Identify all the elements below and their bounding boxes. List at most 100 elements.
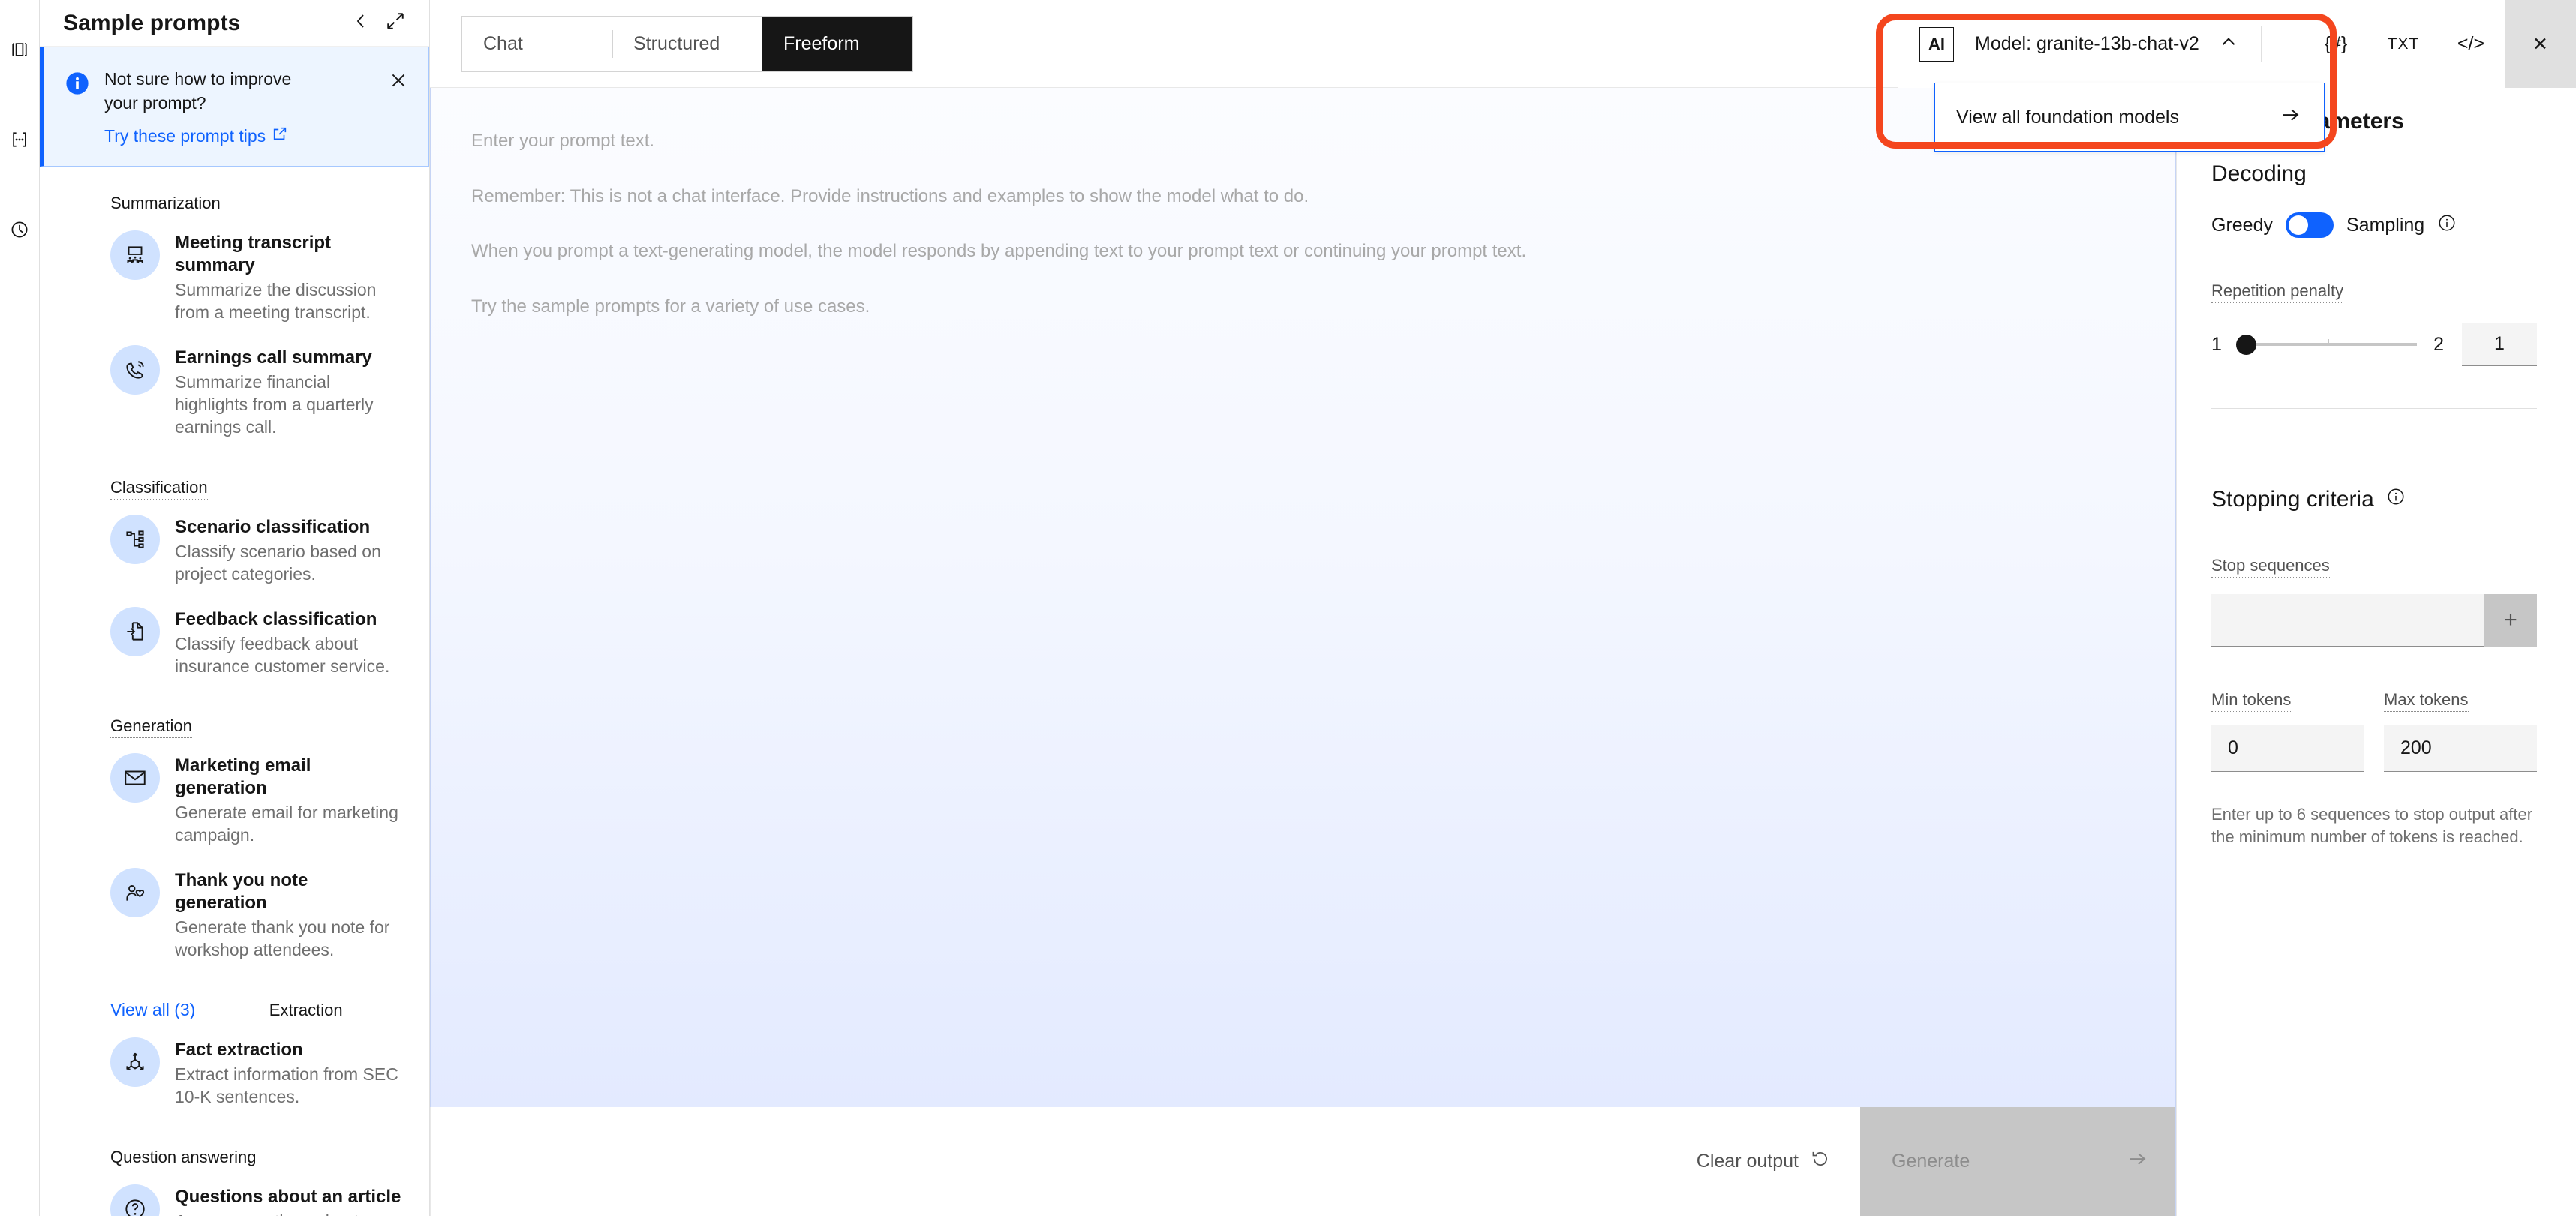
editor-placeholder-line-4: Try the sample prompts for a variety of … <box>471 296 870 317</box>
left-icon-rail <box>0 0 40 1216</box>
panel-body: Model parameters Decoding Greedy Samplin… <box>2177 88 2576 1216</box>
model-name-label: Model: granite-13b-chat-v2 <box>1975 33 2199 54</box>
list-item-title: Fact extraction <box>175 1039 303 1060</box>
model-alt-icon <box>110 1037 160 1087</box>
list-item[interactable]: Feedback classification Classify feedbac… <box>40 596 429 689</box>
model-dropdown-menu-item[interactable]: View all foundation models <box>1934 83 2325 152</box>
stop-sequences-input[interactable] <box>2211 594 2484 647</box>
page-title: Sample prompts <box>63 10 241 35</box>
sample-prompts-sidebar: Sample prompts Not sure how to improve y… <box>40 0 430 1216</box>
list-item[interactable]: Fact extraction Extract information from… <box>40 1027 429 1119</box>
toggle-knob <box>2288 215 2308 235</box>
ai-badge-icon: AI <box>1919 26 1954 62</box>
list-item[interactable]: Thank you note generation Generate thank… <box>40 857 429 972</box>
user-favorite-icon <box>110 868 160 918</box>
slider-min-label: 1 <box>2211 333 2222 355</box>
list-item-description: Generate thank you note for workshop att… <box>175 917 390 960</box>
list-item-text: Fact extraction Extract information from… <box>175 1037 402 1109</box>
prompt-tips-notification: Not sure how to improve your prompt? Try… <box>40 47 429 167</box>
side-panel-icon-button[interactable] <box>0 29 40 71</box>
main-content: Chat Structured Freeform Enter your prom… <box>430 0 2176 1216</box>
prompt-category-list[interactable]: Summarization Meeting transcript summary… <box>40 167 429 1216</box>
collapse-panel-button[interactable] <box>344 6 378 41</box>
list-item-description: Summarize the discussion from a meeting … <box>175 280 377 323</box>
prompt-variables-icon <box>9 129 30 150</box>
list-item-description: Classify feedback about insurance custom… <box>175 633 390 676</box>
prompt-tips-link-label: Try these prompt tips <box>104 125 266 146</box>
model-dropdown-toggle[interactable] <box>2219 32 2261 56</box>
prompt-textarea[interactable]: Enter your prompt text. Remember: This i… <box>430 88 2175 1107</box>
decoding-label: Decoding <box>2211 161 2307 186</box>
generate-button[interactable]: Generate <box>1860 1107 2175 1216</box>
external-link-icon <box>272 125 288 146</box>
slider-thumb[interactable] <box>2235 335 2256 355</box>
close-panel-icon[interactable]: ✕ <box>2505 0 2576 88</box>
max-tokens-input[interactable]: 200 <box>2384 725 2537 772</box>
prompt-mode-tabs: Chat Structured Freeform <box>461 15 913 72</box>
text-format-icon[interactable]: TXT <box>2370 0 2437 88</box>
model-parameters-panel: {#} TXT </> ✕ Model parameters Decoding … <box>2176 0 2576 1216</box>
list-item-title: Questions about an article <box>175 1186 401 1207</box>
notification-body: Not sure how to improve your prompt? Try… <box>94 67 383 146</box>
section-divider <box>2211 408 2537 409</box>
tab-chat[interactable]: Chat <box>462 17 612 71</box>
close-notification-button[interactable] <box>383 67 413 97</box>
close-icon <box>389 71 408 94</box>
list-item-description: Extract information from SEC 10-K senten… <box>175 1064 398 1106</box>
list-item[interactable]: Scenario classification Classify scenari… <box>40 504 429 596</box>
tab-structured[interactable]: Structured <box>612 17 762 71</box>
sidebar-header: Sample prompts <box>40 0 429 47</box>
decoding-info-icon[interactable] <box>2437 213 2457 238</box>
list-item-text: Thank you note generation Generate thank… <box>175 868 402 962</box>
list-item[interactable]: Earnings call summary Summarize financia… <box>40 335 429 449</box>
editor-wrapper: Enter your prompt text. Remember: This i… <box>430 88 2176 1216</box>
list-item[interactable]: Questions about an article Answer questi… <box>40 1174 429 1216</box>
decoding-toggle[interactable] <box>2285 212 2334 238</box>
clear-output-button[interactable]: Clear output <box>1666 1107 1860 1216</box>
toolbar-separator <box>2260 26 2262 62</box>
stopping-info-icon[interactable] <box>2386 487 2406 512</box>
list-item-description: Answer questions about a body of text. <box>175 1211 400 1216</box>
history-icon-button[interactable] <box>0 209 40 251</box>
repetition-penalty-input[interactable]: 1 <box>2462 323 2537 366</box>
tokens-row: Min tokens 0 Max tokens 200 <box>2211 647 2537 772</box>
stop-sequences-label: Stop sequences <box>2211 556 2330 578</box>
category-label-summarization: Summarization <box>110 194 221 216</box>
add-stop-sequence-button[interactable]: + <box>2484 594 2537 647</box>
token-count-icon[interactable]: {#} <box>2302 0 2370 88</box>
code-view-icon[interactable]: </> <box>2437 0 2505 88</box>
repetition-penalty-label: Repetition penalty <box>2211 281 2344 303</box>
arrow-right-icon <box>2126 1148 2148 1175</box>
list-item-text: Questions about an article Answer questi… <box>175 1184 402 1216</box>
arrow-right-icon <box>2279 104 2301 131</box>
list-item-text: Meeting transcript summary Summarize the… <box>175 230 402 324</box>
slider-midpoint-tick <box>2328 339 2329 344</box>
list-item-title: Thank you note generation <box>175 870 308 914</box>
phone-call-icon <box>110 345 160 395</box>
document-export-icon <box>110 606 160 656</box>
view-all-link[interactable]: View all (3) <box>110 1000 195 1020</box>
help-icon <box>110 1184 160 1216</box>
expand-panel-button[interactable] <box>378 6 413 41</box>
greedy-label: Greedy <box>2211 214 2273 236</box>
history-icon <box>9 219 30 240</box>
tab-freeform[interactable]: Freeform <box>762 16 912 71</box>
category-label-extraction: Extraction <box>269 1001 343 1022</box>
list-item-description: Classify scenario based on project categ… <box>175 541 381 584</box>
list-item[interactable]: Marketing email generation Generate emai… <box>40 743 429 857</box>
prompt-tips-link[interactable]: Try these prompt tips <box>104 125 288 146</box>
list-item[interactable]: Meeting transcript summary Summarize the… <box>40 220 429 335</box>
notification-title: Not sure how to improve your prompt? <box>104 69 292 113</box>
min-tokens-label: Min tokens <box>2211 690 2292 712</box>
slider-max-label: 2 <box>2433 333 2444 355</box>
list-item-title: Feedback classification <box>175 608 377 629</box>
min-tokens-input[interactable]: 0 <box>2211 725 2364 772</box>
prompt-variables-icon-button[interactable] <box>0 119 40 161</box>
list-item-description: Generate email for marketing campaign. <box>175 803 398 845</box>
side-panel-icon <box>9 39 30 60</box>
tree-view-icon <box>110 514 160 564</box>
repetition-penalty-slider[interactable] <box>2235 335 2418 355</box>
stopping-helper-text: Enter up to 6 sequences to stop output a… <box>2211 805 2533 846</box>
stopping-criteria-title: Stopping criteria <box>2211 487 2537 512</box>
list-item-text: Marketing email generation Generate emai… <box>175 753 402 847</box>
